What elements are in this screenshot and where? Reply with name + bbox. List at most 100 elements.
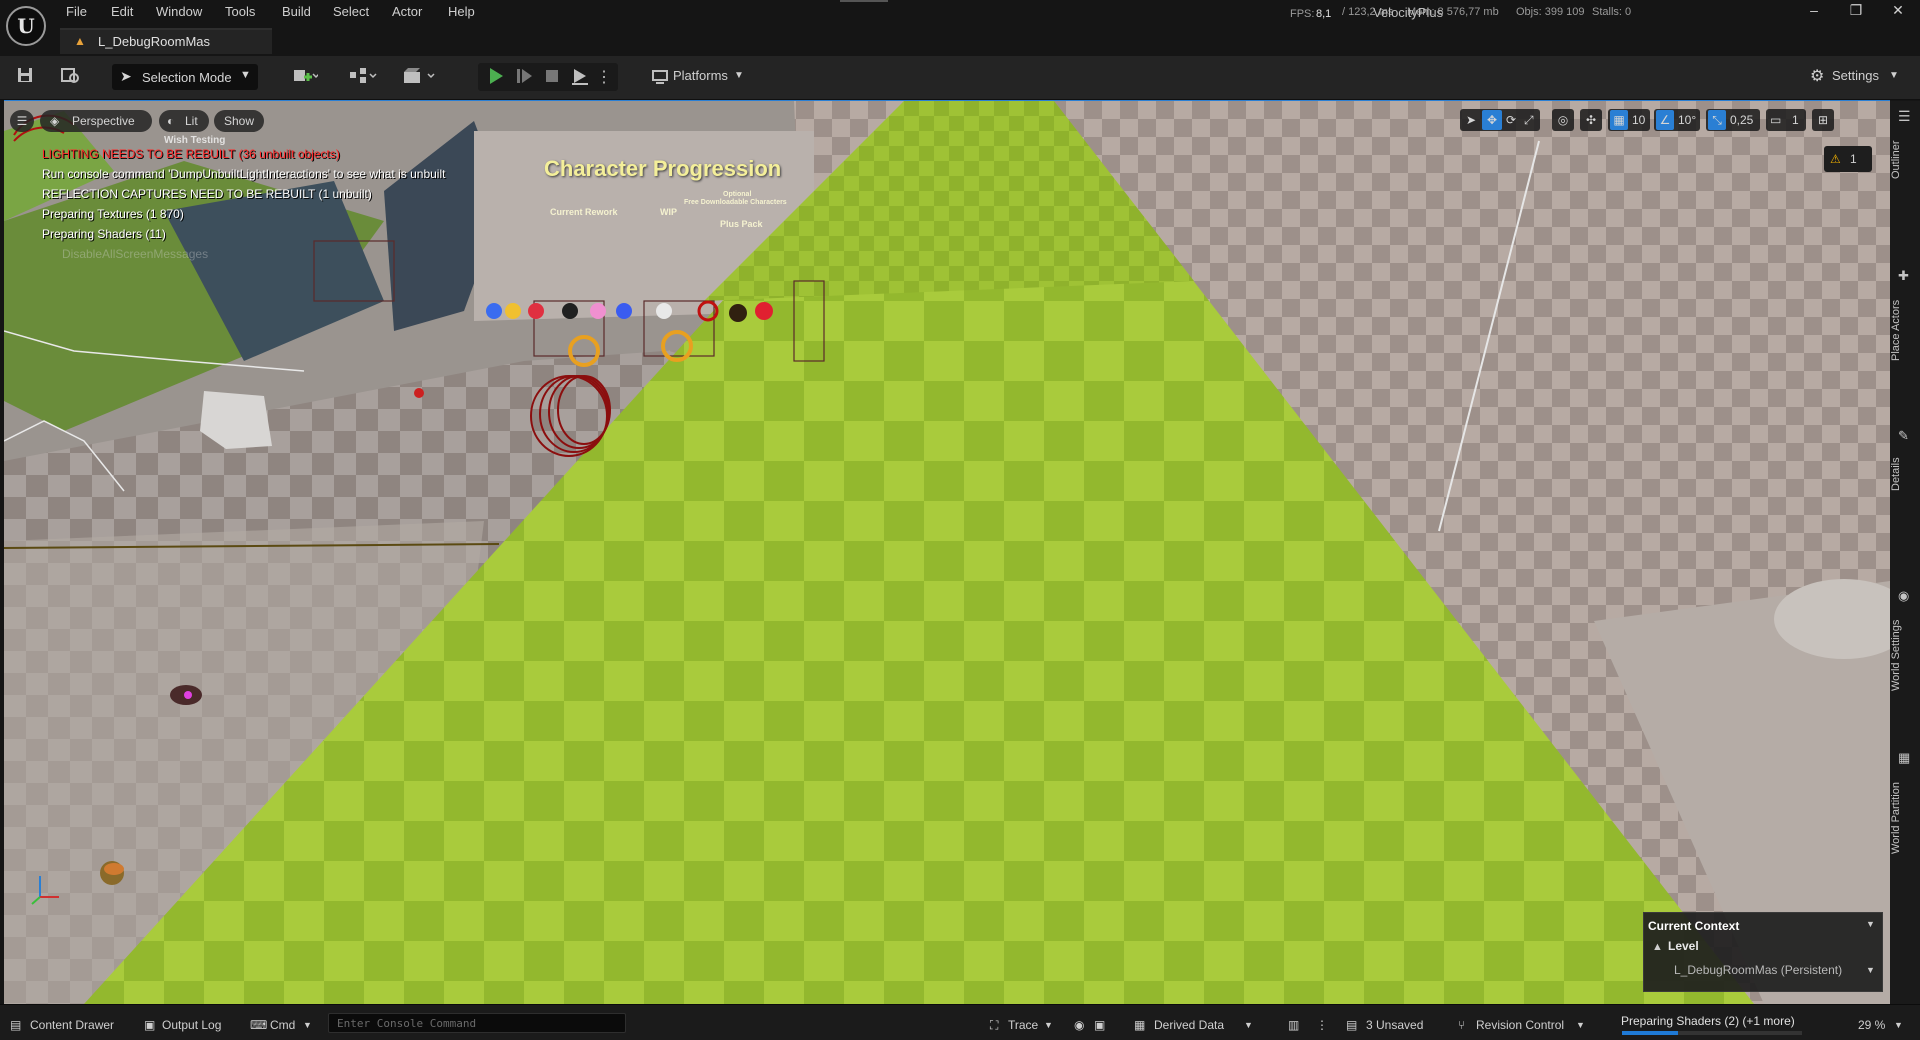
chevron-down-icon[interactable]: ▼ (734, 70, 744, 81)
tab-world-partition[interactable]: World Partition (1890, 772, 1920, 864)
world-space-icon[interactable]: ◎ (1552, 109, 1574, 131)
world-partition-icon[interactable]: ▦ (1898, 750, 1910, 766)
content-drawer-button[interactable]: Content Drawer (30, 1017, 114, 1033)
tab-place-actors[interactable]: Place Actors (1890, 290, 1920, 370)
add-actor-icon[interactable] (292, 66, 320, 90)
restore-button[interactable]: ❐ (1842, 2, 1870, 22)
menu-select[interactable]: Select (333, 3, 369, 21)
rotate-tool-icon[interactable]: ⟳ (1506, 109, 1516, 131)
chevron-down-icon[interactable]: ▼ (1044, 1017, 1053, 1033)
rotation-snap-value: 10° (1678, 113, 1697, 127)
scale-tool-icon[interactable]: ⤢ (1524, 109, 1534, 131)
cinematics-icon[interactable] (402, 66, 435, 90)
grid-snap-toggle[interactable]: ▦ 10 (1608, 109, 1650, 131)
context-level-dropdown[interactable]: L_DebugRoomMas (Persistent) (1674, 963, 1842, 977)
play-icon[interactable] (484, 66, 508, 90)
console-command-input[interactable]: Enter Console Command (328, 1013, 626, 1033)
menu-window[interactable]: Window (156, 3, 202, 21)
warning-count: 1 (1850, 152, 1857, 166)
camera-icon: ▭ (1770, 113, 1782, 127)
free-dlc-label: Free Downloadable Characters (684, 199, 787, 206)
menu-actor[interactable]: Actor (392, 3, 422, 21)
revision-control-button[interactable]: Revision Control (1476, 1017, 1564, 1033)
close-button[interactable]: ✕ (1884, 2, 1912, 22)
stats-graph-icon[interactable]: ▥ (1288, 1017, 1299, 1033)
level-icon: ▲ (1652, 941, 1663, 953)
level-tab[interactable]: ▲ L_DebugRoomMas (60, 28, 272, 54)
platforms-button[interactable]: Platforms (673, 68, 728, 83)
chevron-down-icon[interactable]: ▼ (1894, 1017, 1903, 1033)
select-mode-icon[interactable]: ➤ (1466, 109, 1476, 131)
show-dropdown[interactable]: Show (214, 110, 264, 132)
level-viewport[interactable]: Character Progression Current Rework WIP… (4, 101, 1890, 1004)
gear-icon[interactable]: ⚙ (1810, 66, 1824, 86)
stop-icon[interactable] (540, 66, 564, 90)
menu-help[interactable]: Help (448, 3, 475, 21)
cmd-dropdown[interactable]: Cmd (270, 1017, 295, 1033)
cmd-icon[interactable]: ⌨ (250, 1017, 267, 1033)
more-options-icon[interactable]: ⋮ (1316, 1017, 1328, 1033)
console-hint-text: Run console command 'DumpUnbuiltLightInt… (42, 167, 446, 181)
lit-dropdown[interactable]: ◐ Lit (159, 110, 209, 132)
revision-control-icon[interactable]: ⑂ (1458, 1017, 1465, 1033)
blueprint-icon[interactable] (348, 66, 377, 90)
disable-messages-hint: DisableAllScreenMessages (62, 247, 209, 261)
minimize-button[interactable]: – (1800, 2, 1828, 22)
preparing-progress-fill (1622, 1031, 1678, 1035)
chevron-down-icon[interactable]: ▼ (1889, 70, 1899, 81)
place-actors-icon[interactable]: ✚ (1898, 268, 1909, 284)
chevron-down-icon[interactable]: ▼ (303, 1017, 312, 1033)
output-log-icon[interactable]: ▣ (144, 1017, 155, 1033)
platforms-icon[interactable] (648, 66, 672, 90)
trace-icon[interactable]: ⛶ (990, 1017, 998, 1033)
content-browser-icon[interactable] (58, 66, 82, 90)
viewport-layout-icon[interactable]: ⊞ (1812, 109, 1834, 131)
settings-button[interactable]: Settings (1832, 68, 1879, 83)
screenshot-icon[interactable]: ▣ (1094, 1017, 1105, 1033)
output-log-button[interactable]: Output Log (162, 1017, 221, 1033)
preparing-progress-bar (1622, 1031, 1802, 1035)
scale-snap-toggle[interactable]: ⤡ 0,25 (1706, 109, 1760, 131)
eject-icon[interactable] (568, 66, 592, 90)
details-icon[interactable]: ✎ (1898, 428, 1909, 444)
world-settings-icon[interactable]: ◉ (1898, 588, 1909, 604)
more-options-icon[interactable]: ⋮ (596, 66, 612, 90)
derived-data-button[interactable]: Derived Data (1154, 1017, 1224, 1033)
tab-details[interactable]: Details (1890, 450, 1920, 498)
scale-snap-value: 0,25 (1730, 113, 1754, 127)
unsaved-button[interactable]: 3 Unsaved (1366, 1017, 1423, 1033)
save-icon[interactable] (13, 66, 37, 90)
chevron-down-icon[interactable]: ▼ (1576, 1017, 1585, 1033)
preparing-shaders-status[interactable]: Preparing Shaders (2) (+1 more) (1621, 1013, 1795, 1029)
derived-data-icon[interactable]: ▦ (1134, 1017, 1145, 1033)
chevron-down-icon[interactable]: ▼ (1244, 1017, 1253, 1033)
camera-speed-button[interactable]: ▭ 1 (1766, 109, 1806, 131)
perspective-dropdown[interactable]: ◈ Perspective (40, 110, 152, 132)
chevron-down-icon[interactable]: ▼ (1866, 965, 1875, 975)
stat-objs: Objs: 399 109 (1516, 6, 1585, 18)
tab-outliner[interactable]: Outliner (1890, 130, 1920, 190)
trace-dropdown[interactable]: Trace (1008, 1017, 1038, 1033)
selection-mode-dropdown[interactable]: ➤ Selection Mode ▼ (112, 64, 258, 90)
step-icon[interactable] (512, 66, 536, 90)
unsaved-icon[interactable]: ▤ (1346, 1017, 1357, 1033)
scale-snap-icon: ⤡ (1708, 110, 1726, 130)
chevron-down-icon[interactable]: ▼ (1866, 919, 1875, 929)
menu-tools[interactable]: Tools (225, 3, 255, 21)
viewport-options-menu[interactable]: ☰ (10, 110, 34, 132)
tab-world-settings[interactable]: World Settings (1890, 610, 1920, 700)
menu-edit[interactable]: Edit (111, 3, 133, 21)
move-tool-icon[interactable]: ✥ (1482, 110, 1502, 130)
warning-badge[interactable]: ⚠ 1 (1824, 146, 1872, 172)
menu-build[interactable]: Build (282, 3, 311, 21)
lit-label: Lit (185, 114, 198, 128)
chevron-down-icon: ▼ (240, 69, 251, 81)
record-icon[interactable]: ◉ (1074, 1017, 1084, 1033)
menu-file[interactable]: File (66, 3, 87, 21)
surface-snap-icon[interactable]: ✣ (1580, 109, 1602, 131)
hamburger-icon[interactable]: ☰ (1898, 108, 1911, 125)
rotation-snap-toggle[interactable]: ∠ 10° (1654, 109, 1700, 131)
content-drawer-icon[interactable]: ▤ (10, 1017, 21, 1033)
unreal-logo-icon[interactable]: U (6, 6, 46, 46)
title-drag-handle[interactable] (840, 0, 888, 2)
